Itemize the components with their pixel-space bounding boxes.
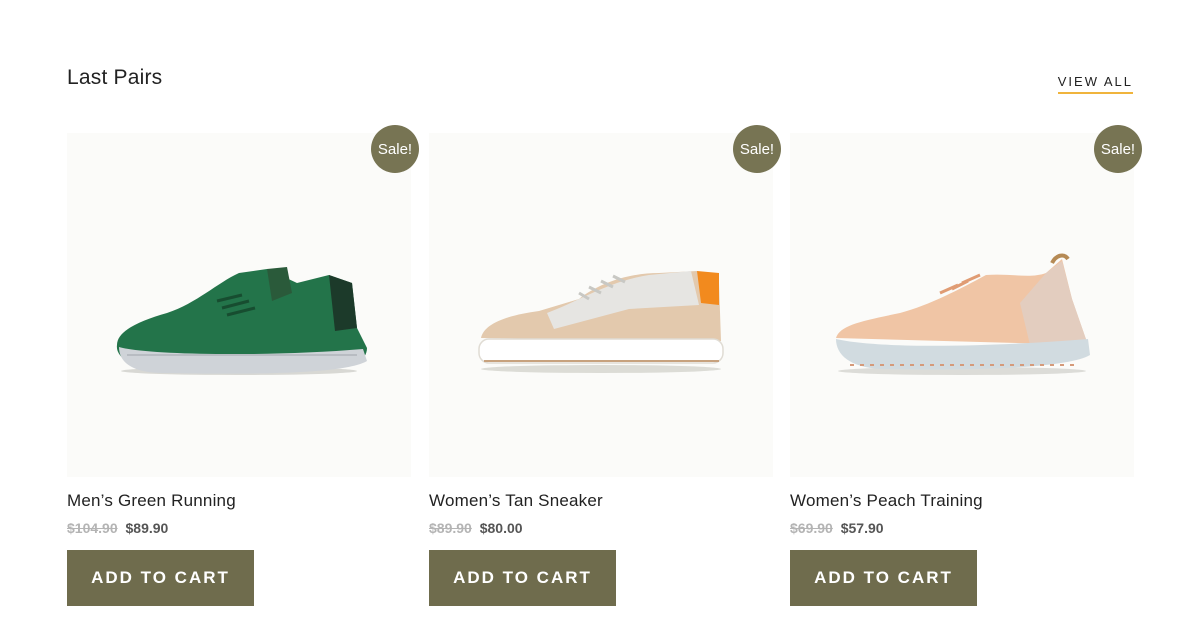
old-price: $89.90: [429, 520, 472, 536]
product-price: $69.90 $57.90: [790, 520, 1134, 536]
sale-price: $57.90: [840, 520, 884, 536]
sale-price: $80.00: [479, 520, 523, 536]
section-header: Last Pairs VIEW ALL: [67, 66, 1133, 96]
product-name[interactable]: Women’s Peach Training: [790, 491, 1134, 511]
view-all-link[interactable]: VIEW ALL: [1057, 74, 1133, 94]
tan-sneaker-icon: [478, 271, 724, 373]
add-to-cart-button[interactable]: ADD TO CART: [790, 550, 977, 606]
product-image[interactable]: Sale!: [67, 125, 419, 477]
add-to-cart-button[interactable]: ADD TO CART: [429, 550, 616, 606]
sale-badge: Sale!: [733, 125, 781, 173]
section-title: Last Pairs: [67, 66, 163, 89]
product-name[interactable]: Men’s Green Running: [67, 491, 411, 511]
add-to-cart-button[interactable]: ADD TO CART: [67, 550, 254, 606]
product-image[interactable]: Sale!: [790, 125, 1142, 477]
sale-badge: Sale!: [371, 125, 419, 173]
product-card: Sale! Women’s Tan Sneaker $89.90 $80.00 …: [429, 125, 781, 606]
green-running-shoe-icon: [116, 267, 368, 375]
product-price: $104.90 $89.90: [67, 520, 411, 536]
product-grid: Sale! Men’s Green Running $104.90 $89.90…: [67, 125, 1142, 613]
sale-price: $89.90: [125, 520, 169, 536]
product-price: $89.90 $80.00: [429, 520, 773, 536]
peach-training-shoe-icon: [836, 253, 1090, 375]
sale-badge: Sale!: [1094, 125, 1142, 173]
old-price: $69.90: [790, 520, 833, 536]
product-card: Sale! Men’s Green Running $104.90 $89.90…: [67, 125, 419, 606]
old-price: $104.90: [67, 520, 118, 536]
product-card: Sale! Women’s Peach Training $69.90 $57.…: [790, 125, 1142, 606]
product-name[interactable]: Women’s Tan Sneaker: [429, 491, 773, 511]
product-image[interactable]: Sale!: [429, 125, 781, 477]
